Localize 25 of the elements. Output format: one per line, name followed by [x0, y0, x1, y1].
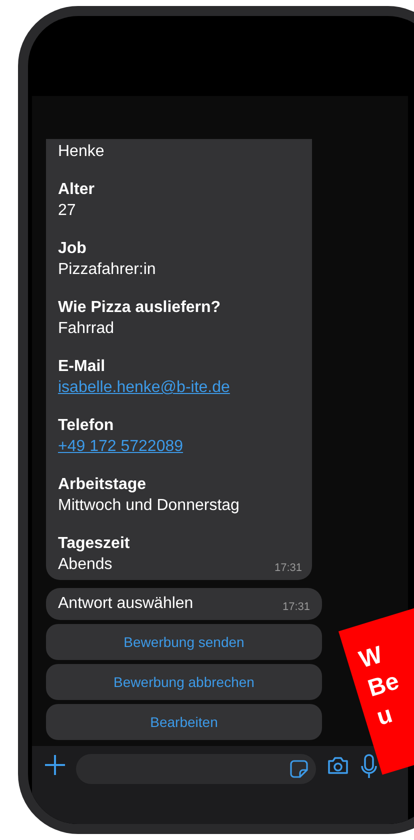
reply-button[interactable]: Bearbeiten	[46, 704, 322, 740]
sticker-icon[interactable]	[290, 760, 308, 778]
field-label: Job	[58, 240, 86, 258]
field-label: Arbeitstage	[58, 476, 146, 494]
plus-icon[interactable]	[44, 754, 66, 776]
field-value: Abends	[58, 556, 112, 574]
field-label: Alter	[58, 181, 94, 199]
message-time: 17:31	[282, 601, 310, 613]
field-value: Fahrrad	[58, 320, 114, 338]
field-label: Tageszeit	[58, 535, 130, 553]
reply-button[interactable]: Bewerbung abbrechen	[46, 664, 322, 700]
message-time: 17:31	[274, 562, 302, 574]
field-value: Mittwoch und Donnerstag	[58, 497, 240, 515]
field-value: Henke	[58, 143, 104, 161]
field-label: Telefon	[58, 417, 114, 435]
field-label: E-Mail	[58, 358, 106, 376]
message-input-field[interactable]	[76, 754, 316, 784]
field-link[interactable]: isabelle.henke@b-ite.de	[58, 379, 230, 397]
reply-button[interactable]: Bewerbung senden	[46, 624, 322, 660]
message-text: Antwort auswählen	[58, 595, 194, 613]
field-label: Wie Pizza ausliefern?	[58, 299, 221, 317]
microphone-icon[interactable]	[360, 754, 378, 780]
field-value: Pizzafahrer:in	[58, 261, 156, 279]
field-value: 27	[58, 202, 76, 220]
field-link[interactable]: +49 172 5722089	[58, 438, 184, 456]
